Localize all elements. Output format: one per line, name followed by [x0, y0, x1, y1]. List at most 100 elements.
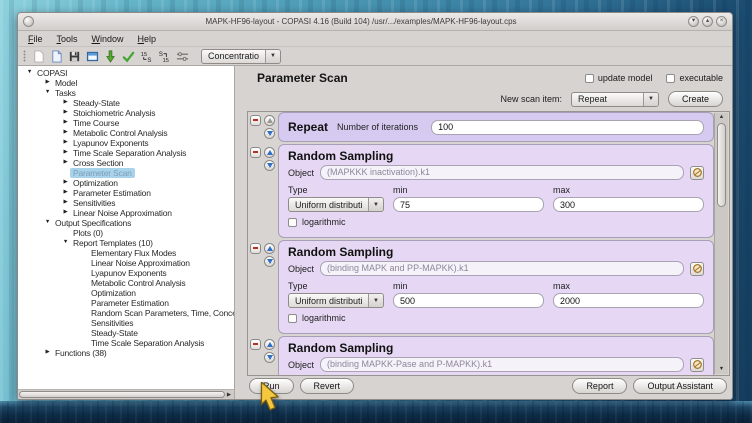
- remove-item-button[interactable]: [250, 147, 261, 158]
- tree-item-time-course[interactable]: ▶Time Course: [18, 118, 234, 128]
- min-input[interactable]: [393, 293, 544, 308]
- distribution-select[interactable]: Uniform distribution▼: [288, 293, 384, 308]
- tree-item-lyapunov-exponents[interactable]: Lyapunov Exponents: [18, 268, 234, 278]
- export-window-icon[interactable]: [84, 49, 100, 64]
- expander-closed-icon[interactable]: ▶: [43, 350, 52, 356]
- menu-help[interactable]: Help: [131, 34, 164, 44]
- move-up-button[interactable]: [264, 147, 275, 158]
- tree-item-report-templates-10[interactable]: ▼Report Templates (10): [18, 238, 234, 248]
- expander-closed-icon[interactable]: ▶: [61, 180, 70, 186]
- tree-item-elementary-flux-modes[interactable]: Elementary Flux Modes: [18, 248, 234, 258]
- logarithmic-checkbox[interactable]: [288, 218, 297, 227]
- tree-item-steady-state[interactable]: ▶Steady-State: [18, 98, 234, 108]
- tree-item-sensitivities[interactable]: ▶Sensitivities: [18, 198, 234, 208]
- output-assistant-button[interactable]: Output Assistant: [633, 378, 727, 394]
- chevron-down-icon[interactable]: ▼: [643, 93, 658, 106]
- expander-closed-icon[interactable]: ▶: [61, 200, 70, 206]
- tree-item-plots-0[interactable]: Plots (0): [18, 228, 234, 238]
- expander-closed-icon[interactable]: ▶: [61, 120, 70, 126]
- scroll-up-arrow-icon[interactable]: ▲: [719, 113, 724, 122]
- tree-item-tasks[interactable]: ▼Tasks: [18, 88, 234, 98]
- menu-file[interactable]: File: [21, 34, 50, 44]
- vertical-scrollbar[interactable]: ▲ ▼: [714, 113, 728, 374]
- tree-item-sensitivities[interactable]: Sensitivities: [18, 318, 234, 328]
- expander-open-icon[interactable]: ▼: [61, 240, 70, 246]
- tree-item-parameter-estimation[interactable]: Parameter Estimation: [18, 298, 234, 308]
- tree-item-output-specifications[interactable]: ▼Output Specifications: [18, 218, 234, 228]
- open-file-icon[interactable]: [48, 49, 64, 64]
- vscroll-thumb[interactable]: [717, 123, 726, 207]
- executable-checkbox-box[interactable]: [666, 74, 675, 83]
- iterations-input[interactable]: [431, 120, 704, 135]
- expander-open-icon[interactable]: ▼: [25, 70, 34, 76]
- logarithmic-checkbox[interactable]: [288, 314, 297, 323]
- expander-closed-icon[interactable]: ▶: [61, 100, 70, 106]
- expander-closed-icon[interactable]: ▶: [61, 110, 70, 116]
- tree-item-parameter-scan[interactable]: Parameter Scan: [18, 168, 234, 178]
- tree-item-copasi[interactable]: ▼COPASI: [18, 68, 234, 78]
- tree-item-time-scale-separation-analysis[interactable]: ▶Time Scale Separation Analysis: [18, 148, 234, 158]
- import-arrow-icon[interactable]: [102, 49, 118, 64]
- distribution-select[interactable]: Uniform distribution▼: [288, 197, 384, 212]
- report-button[interactable]: Report: [572, 378, 627, 394]
- select-object-button[interactable]: [690, 262, 704, 276]
- max-input[interactable]: [553, 197, 704, 212]
- tree-item-random-scan-parameters-time-concentrations[interactable]: Random Scan Parameters, Time, Concentrat…: [18, 308, 234, 318]
- remove-item-button[interactable]: [250, 339, 261, 350]
- panel-splitter[interactable]: [235, 66, 242, 399]
- expander-open-icon[interactable]: ▼: [43, 90, 52, 96]
- max-input[interactable]: [553, 293, 704, 308]
- expander-closed-icon[interactable]: ▶: [61, 190, 70, 196]
- expander-closed-icon[interactable]: ▶: [61, 150, 70, 156]
- menu-tools[interactable]: Tools: [50, 34, 85, 44]
- save-icon[interactable]: [66, 49, 82, 64]
- update-model-checkbox-box[interactable]: [585, 74, 594, 83]
- tree-item-lyapunov-exponents[interactable]: ▶Lyapunov Exponents: [18, 138, 234, 148]
- expander-closed-icon[interactable]: ▶: [61, 210, 70, 216]
- move-down-button[interactable]: [264, 352, 275, 363]
- commit-check-icon[interactable]: [120, 49, 136, 64]
- revert-button[interactable]: Revert: [300, 378, 355, 394]
- toolbar-drag-handle[interactable]: [23, 50, 26, 62]
- expander-closed-icon[interactable]: ▶: [61, 130, 70, 136]
- tree-item-parameter-estimation[interactable]: ▶Parameter Estimation: [18, 188, 234, 198]
- tree-item-time-scale-separation-analysis[interactable]: Time Scale Separation Analysis: [18, 338, 234, 348]
- remove-item-button[interactable]: [250, 243, 261, 254]
- maximize-button[interactable]: ▴: [702, 16, 713, 27]
- expander-closed-icon[interactable]: ▶: [61, 160, 70, 166]
- remove-item-button[interactable]: [250, 115, 261, 126]
- executable-checkbox[interactable]: executable: [666, 73, 723, 83]
- select-object-button[interactable]: [690, 358, 704, 372]
- menu-window[interactable]: Window: [85, 34, 131, 44]
- titlebar[interactable]: MAPK-HF96-layout - COPASI 4.16 (Build 10…: [18, 13, 732, 31]
- move-down-button[interactable]: [264, 256, 275, 267]
- tree-item-optimization[interactable]: ▶Optimization: [18, 178, 234, 188]
- tree-hscroll-thumb[interactable]: [19, 391, 225, 398]
- particles-to-concentrations-icon[interactable]: 15S: [138, 49, 154, 64]
- tree-item-metabolic-control-analysis[interactable]: ▶Metabolic Control Analysis: [18, 128, 234, 138]
- window-menu-button[interactable]: [23, 16, 34, 27]
- minimize-button[interactable]: ▾: [688, 16, 699, 27]
- select-object-button[interactable]: [690, 166, 704, 180]
- move-up-button[interactable]: [264, 115, 275, 126]
- expander-closed-icon[interactable]: ▶: [61, 140, 70, 146]
- tree-item-metabolic-control-analysis[interactable]: Metabolic Control Analysis: [18, 278, 234, 288]
- expander-closed-icon[interactable]: ▶: [43, 80, 52, 86]
- new-scan-item-select[interactable]: Repeat ▼: [571, 92, 659, 107]
- tree-item-functions-38[interactable]: ▶Functions (38): [18, 348, 234, 358]
- tree-item-cross-section[interactable]: ▶Cross Section: [18, 158, 234, 168]
- move-down-button[interactable]: [264, 160, 275, 171]
- tree-item-stoichiometric-analysis[interactable]: ▶Stoichiometric Analysis: [18, 108, 234, 118]
- tree-item-linear-noise-approximation[interactable]: ▶Linear Noise Approximation: [18, 208, 234, 218]
- min-input[interactable]: [393, 197, 544, 212]
- tree-hscroll-right-arrow-icon[interactable]: ▶: [225, 392, 233, 398]
- move-up-button[interactable]: [264, 339, 275, 350]
- create-button[interactable]: Create: [668, 91, 723, 107]
- expander-open-icon[interactable]: ▼: [43, 220, 52, 226]
- tree-item-model[interactable]: ▶Model: [18, 78, 234, 88]
- chevron-down-icon[interactable]: ▼: [265, 50, 280, 63]
- move-up-button[interactable]: [264, 243, 275, 254]
- tree-item-optimization[interactable]: Optimization: [18, 288, 234, 298]
- tree-item-linear-noise-approximation[interactable]: Linear Noise Approximation: [18, 258, 234, 268]
- chevron-down-icon[interactable]: ▼: [368, 198, 383, 211]
